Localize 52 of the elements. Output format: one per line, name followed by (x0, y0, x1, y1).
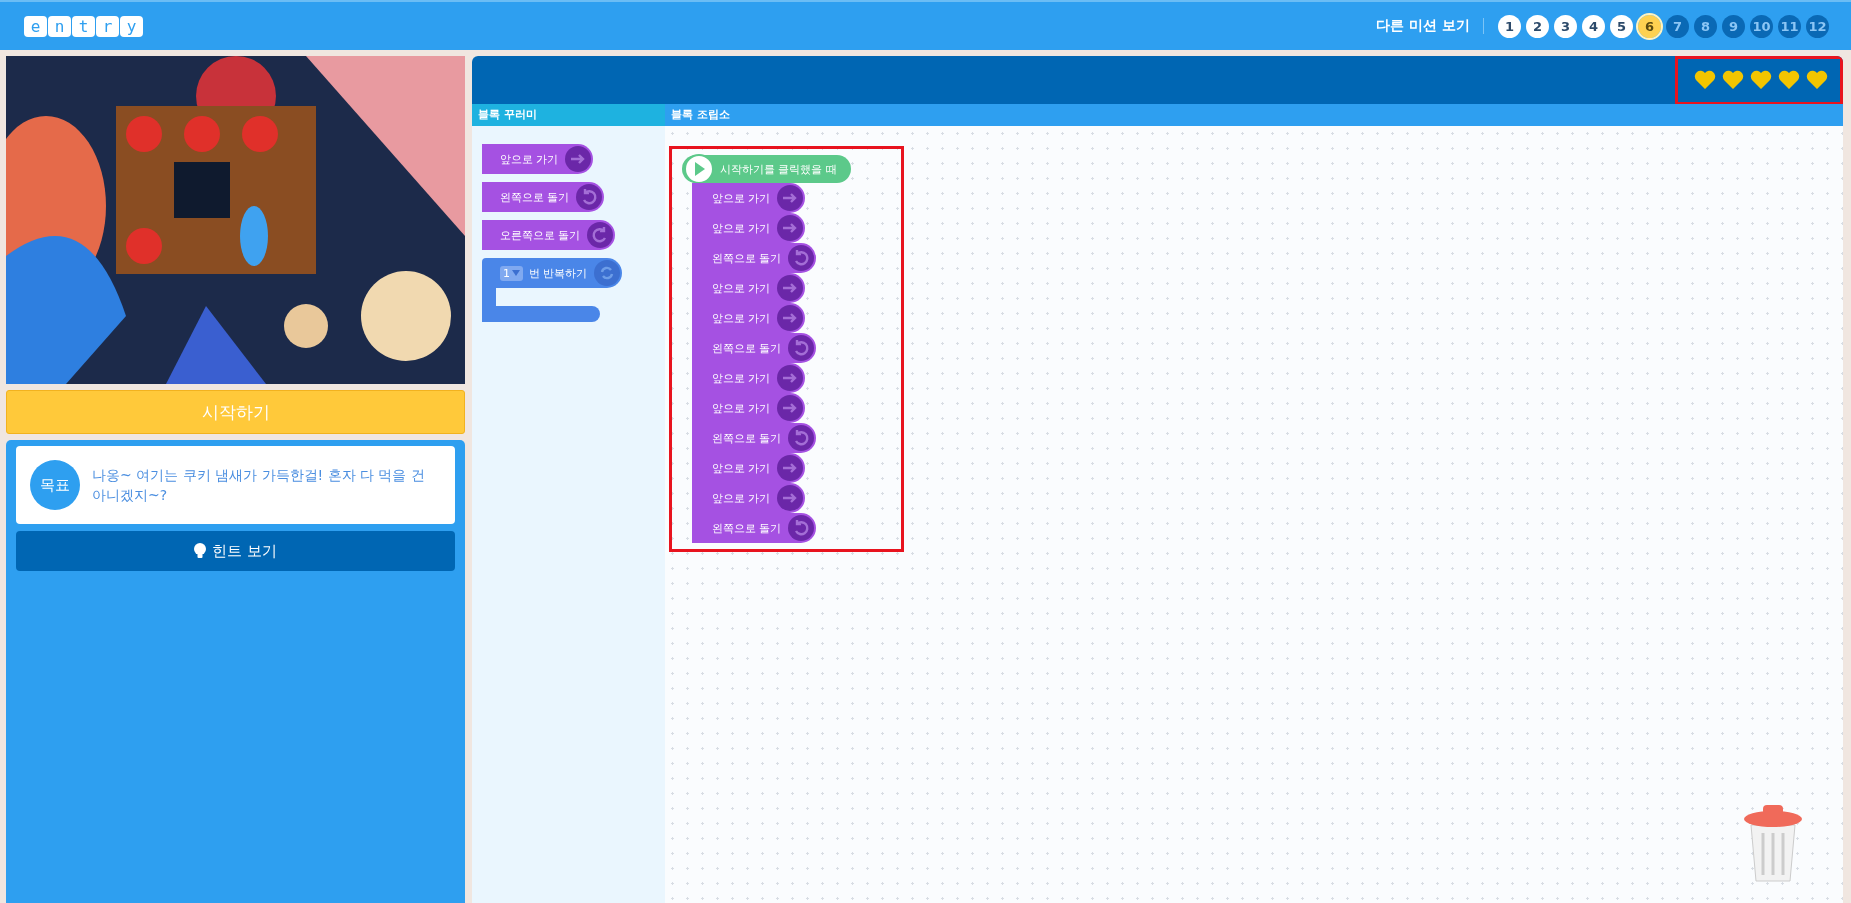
mission-number[interactable]: 11 (1778, 14, 1801, 38)
trash-can-icon[interactable] (1743, 803, 1803, 883)
command-block[interactable]: 앞으로 가기 (692, 213, 805, 243)
repeat-block[interactable]: 1 번 반복하기 (482, 258, 622, 322)
rotate-left-icon (787, 335, 814, 361)
command-block[interactable]: 앞으로 가기 (692, 183, 805, 213)
command-block[interactable]: 앞으로 가기 (692, 483, 805, 513)
heart-icon (1694, 70, 1716, 90)
command-block[interactable]: 앞으로 가기 (692, 303, 805, 333)
rotate-left-icon (787, 245, 814, 271)
mission-number[interactable]: 5 (1610, 14, 1633, 38)
goal-text: 나옹~ 여기는 쿠키 냄새가 가득한걸! 혼자 다 먹을 건 아니겠지~? (92, 466, 426, 505)
dropdown-caret-icon (512, 270, 520, 276)
command-block[interactable]: 앞으로 가기 (692, 363, 805, 393)
mission-number[interactable]: 8 (1694, 14, 1717, 38)
mission-number[interactable]: 10 (1750, 14, 1773, 38)
lightbulb-icon (194, 543, 207, 559)
rotate-left-icon (787, 425, 814, 451)
command-block[interactable]: 오른쪽으로 돌기 (482, 220, 615, 250)
command-block[interactable]: 왼쪽으로 돌기 (692, 243, 816, 273)
hint-button[interactable]: 힌트 보기 (16, 531, 455, 571)
rotate-left-icon (575, 184, 602, 210)
heart-icon (1722, 70, 1744, 90)
mission-number[interactable]: 1 (1498, 14, 1521, 38)
mission-number[interactable]: 12 (1806, 14, 1829, 38)
mission-number[interactable]: 9 (1722, 14, 1745, 38)
heart-icon (1778, 70, 1800, 90)
entry-logo[interactable]: e n t r y (24, 15, 143, 37)
command-block[interactable]: 왼쪽으로 돌기 (692, 423, 816, 453)
goal-badge: 목표 (30, 460, 80, 510)
repeat-icon (593, 260, 620, 286)
mission-number[interactable]: 4 (1582, 14, 1605, 38)
command-block[interactable]: 왼쪽으로 돌기 (482, 182, 604, 212)
palette-title: 블록 꾸러미 (472, 104, 665, 126)
workspace-title: 블록 조립소 (665, 104, 1843, 126)
command-block[interactable]: 앞으로 가기 (692, 453, 805, 483)
count-dropdown[interactable]: 1 (500, 265, 523, 281)
mission-number[interactable]: 3 (1554, 14, 1577, 38)
command-block[interactable]: 왼쪽으로 돌기 (692, 333, 816, 363)
rotate-right-icon (586, 222, 613, 248)
mission-number[interactable]: 2 (1526, 14, 1549, 38)
command-block[interactable]: 앞으로 가기 (482, 144, 593, 174)
heart-icon (1750, 70, 1772, 90)
command-block[interactable]: 왼쪽으로 돌기 (692, 513, 816, 543)
mission-number[interactable]: 7 (1666, 14, 1689, 38)
rotate-left-icon (787, 515, 814, 541)
command-block[interactable]: 앞으로 가기 (692, 273, 805, 303)
other-missions-label: 다른 미션 보기 (1376, 17, 1470, 35)
mission-number[interactable]: 6 (1638, 14, 1661, 38)
heart-icon (1806, 70, 1828, 90)
play-icon (684, 154, 714, 184)
command-block[interactable]: 앞으로 가기 (692, 393, 805, 423)
